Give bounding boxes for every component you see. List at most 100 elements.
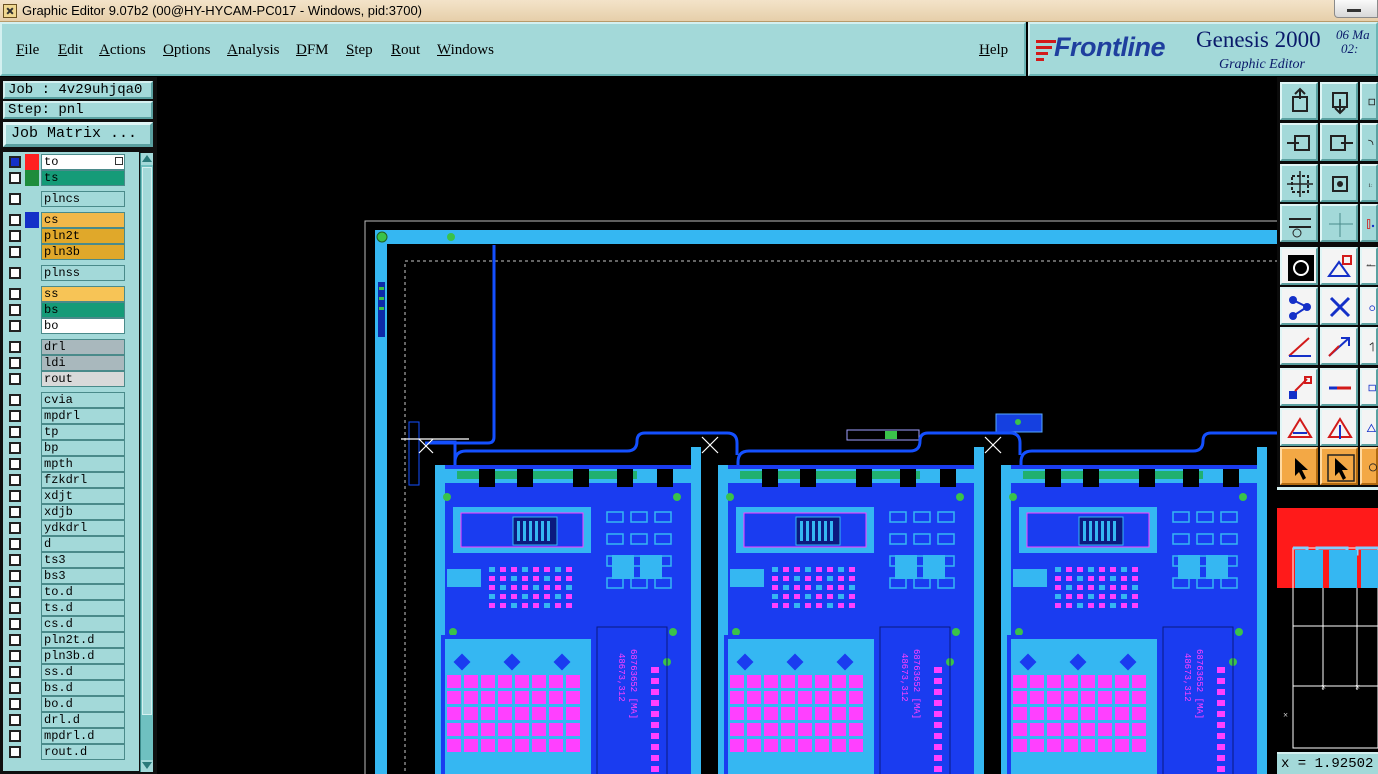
layer-name[interactable]: xdjt (41, 488, 125, 504)
layer-row[interactable]: tp (3, 424, 139, 440)
layer-name[interactable]: plnss (41, 265, 125, 281)
layer-row[interactable]: pln3b.d (3, 648, 139, 664)
layer-row[interactable]: pln2t.d (3, 632, 139, 648)
layer-checkbox[interactable] (9, 320, 21, 332)
layer-name[interactable]: d (41, 536, 125, 552)
layer-checkbox[interactable] (9, 602, 21, 614)
layer-name[interactable]: drl.d (41, 712, 125, 728)
menu-windows[interactable]: Windows (437, 42, 494, 59)
layer-checkbox[interactable] (9, 474, 21, 486)
layer-row[interactable]: d (3, 536, 139, 552)
layer-name[interactable]: plncs (41, 191, 125, 207)
layer-checkbox[interactable] (9, 426, 21, 438)
layer-checkbox[interactable] (9, 214, 21, 226)
layer-row[interactable]: bs3 (3, 568, 139, 584)
minimize-button[interactable] (1334, 0, 1378, 18)
scroll-down-icon[interactable] (141, 760, 153, 772)
layer-name[interactable]: rout (41, 371, 125, 387)
layer-row[interactable]: mpdrl.d (3, 728, 139, 744)
layer-checkbox[interactable] (9, 490, 21, 502)
step-corner-button[interactable] (1360, 82, 1378, 120)
layer-row[interactable]: rout (3, 371, 139, 387)
rotate-button[interactable] (1360, 447, 1378, 485)
draw-arrow-button[interactable] (1320, 327, 1358, 365)
layer-checkbox[interactable] (9, 442, 21, 454)
layer-checkbox[interactable] (9, 172, 21, 184)
layer-name[interactable]: rout.d (41, 744, 125, 760)
layer-row[interactable]: cvia (3, 392, 139, 408)
pcb-board[interactable]: 48673,312 68763652 [MA] (435, 431, 739, 774)
layer-checkbox[interactable] (9, 570, 21, 582)
layer-checkbox[interactable] (9, 698, 21, 710)
hook-button[interactable] (1360, 287, 1378, 325)
pcb-board[interactable]: 48673,312 68763652 [MA] (718, 431, 1022, 774)
layer-name[interactable]: fzkdrl (41, 472, 125, 488)
layer-color-swatch[interactable] (25, 154, 39, 170)
grid-button[interactable] (1320, 204, 1358, 242)
select-area-button[interactable] (1280, 247, 1318, 285)
layer-row[interactable]: ss.d (3, 664, 139, 680)
layer-name[interactable]: cvia (41, 392, 125, 408)
move-button[interactable] (1280, 368, 1318, 406)
layer-checkbox[interactable] (9, 458, 21, 470)
layer-name[interactable]: ss (41, 286, 125, 302)
layer-row[interactable]: bp (3, 440, 139, 456)
layer-row[interactable]: plnss (3, 265, 139, 281)
draw-line-button[interactable] (1280, 327, 1318, 365)
layer-row[interactable]: rout.d (3, 744, 139, 760)
layer-name[interactable]: ldi (41, 355, 125, 371)
layer-checkbox[interactable] (9, 746, 21, 758)
layer-checkbox[interactable] (9, 506, 21, 518)
layer-name[interactable]: ts.d (41, 600, 125, 616)
layer-row[interactable]: fzkdrl (3, 472, 139, 488)
layer-checkbox[interactable] (9, 156, 21, 168)
menu-options[interactable]: Options (163, 42, 211, 59)
menu-dfm[interactable]: DFM (296, 42, 329, 59)
layer-name[interactable]: bs.d (41, 680, 125, 696)
layer-name[interactable]: mpth (41, 456, 125, 472)
layer-checkbox[interactable] (9, 410, 21, 422)
step-right-button[interactable] (1320, 123, 1358, 161)
layer-row[interactable]: to (3, 154, 139, 170)
layer-checkbox[interactable] (9, 394, 21, 406)
layer-checkbox[interactable] (9, 193, 21, 205)
layer-name[interactable]: drl (41, 339, 125, 355)
layer-row[interactable]: cs (3, 212, 139, 228)
layer-row[interactable]: pln2t (3, 228, 139, 244)
pcb-panel-view[interactable]: 48673,312 68763652 [MA] 48673,312 68763652 … (157, 77, 1277, 774)
layer-checkbox[interactable] (9, 230, 21, 242)
layer-name[interactable]: to (41, 154, 125, 170)
layer-row[interactable]: ts (3, 170, 139, 186)
layer-row[interactable]: bo (3, 318, 139, 334)
layer-name[interactable]: tp (41, 424, 125, 440)
menu-analysis[interactable]: Analysis (227, 42, 280, 59)
step-up-button[interactable] (1280, 82, 1318, 120)
connect-nodes-button[interactable] (1280, 287, 1318, 325)
menu-step[interactable]: Step (346, 42, 373, 59)
layer-checkbox[interactable] (9, 586, 21, 598)
layer-row[interactable]: drl (3, 339, 139, 355)
layer-name[interactable]: to.d (41, 584, 125, 600)
menu-rout[interactable]: Rout (391, 42, 420, 59)
layer-name[interactable]: pln3b (41, 244, 125, 260)
layer-checkbox[interactable] (9, 522, 21, 534)
layer-color-swatch[interactable] (25, 212, 39, 228)
cut-line-button[interactable] (1320, 368, 1358, 406)
layer-name[interactable]: pln3b.d (41, 648, 125, 664)
layer-checkbox[interactable] (9, 666, 21, 678)
layer-row[interactable]: bs.d (3, 680, 139, 696)
layer-name[interactable]: ydkdrl (41, 520, 125, 536)
zoom-1to1-button[interactable]: 1: (1360, 164, 1378, 202)
layer-checkbox[interactable] (9, 246, 21, 258)
layer-color-swatch[interactable] (25, 170, 39, 186)
layer-checkbox[interactable] (9, 538, 21, 550)
pointer-alt-button[interactable] (1320, 447, 1358, 485)
triangle-arrow-button[interactable] (1320, 408, 1358, 446)
step-left-button[interactable] (1280, 123, 1318, 161)
layer-name[interactable]: cs.d (41, 616, 125, 632)
layer-row[interactable]: ts.d (3, 600, 139, 616)
step-down-button[interactable] (1320, 82, 1358, 120)
resize-button[interactable] (1360, 368, 1378, 406)
layer-name[interactable]: ss.d (41, 664, 125, 680)
pointer-button[interactable] (1280, 447, 1318, 485)
